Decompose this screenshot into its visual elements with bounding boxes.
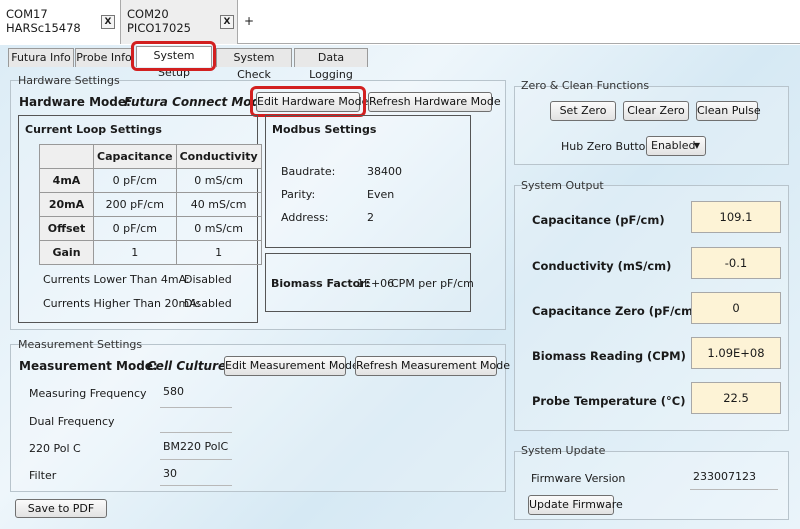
firmware-version-label: Firmware Version xyxy=(531,472,626,485)
zero-clean-label: Zero & Clean Functions xyxy=(521,79,650,92)
table-row: Offset 0 pF/cm 0 mS/cm xyxy=(39,216,262,241)
table-header: Conductivity xyxy=(175,144,262,169)
cell-conductivity: 1 xyxy=(175,240,262,265)
firmware-version-value: 233007123 xyxy=(693,470,756,483)
cell-capacitance: 0 pF/cm xyxy=(93,168,177,193)
modbus-title: Modbus Settings xyxy=(272,123,377,136)
system-update-label: System Update xyxy=(521,444,606,457)
add-tab-button[interactable]: + xyxy=(244,14,254,28)
com-tab-port: COM17 xyxy=(6,7,48,21)
probe-temperature-value: 22.5 xyxy=(691,382,781,414)
parity-label: Parity: xyxy=(281,188,316,201)
currents-lower-label: Currents Lower Than 4mA: xyxy=(43,273,190,286)
hardware-settings-label: Hardware Settings xyxy=(18,74,120,87)
close-tab-icon[interactable]: X xyxy=(101,15,115,29)
table-header: Capacitance xyxy=(93,144,177,169)
table-header xyxy=(39,144,94,169)
com-tab-device: HARSc15478 xyxy=(6,21,81,35)
biomass-factor-unit: CPM per pF/cm xyxy=(391,277,474,290)
currents-higher-label: Currents Higher Than 20mA: xyxy=(43,297,201,310)
cell-conductivity: 40 mS/cm xyxy=(175,192,262,217)
filter-value: 30 xyxy=(163,467,177,480)
cell-conductivity: 0 mS/cm xyxy=(175,168,262,193)
cell-capacitance: 1 xyxy=(93,240,177,265)
com-tab-port: COM20 xyxy=(127,7,169,21)
set-zero-button[interactable]: Set Zero xyxy=(550,101,616,121)
biomass-reading-label: Biomass Reading (CPM) xyxy=(532,349,686,363)
measuring-frequency-label: Measuring Frequency xyxy=(29,387,147,400)
row-label: Gain xyxy=(39,240,94,265)
cell-capacitance: 0 pF/cm xyxy=(93,216,177,241)
field-underline xyxy=(690,489,778,490)
hub-zero-label: Hub Zero Button xyxy=(561,140,653,153)
current-loop-table: Capacitance Conductivity 4mA 0 pF/cm 0 m… xyxy=(39,144,262,265)
currents-lower-value: Disabled xyxy=(184,273,232,286)
measurement-mode-label: Measurement Mode: xyxy=(19,359,158,373)
hub-zero-select[interactable]: Enabled ▼ xyxy=(646,136,706,156)
com-tab-bar: COM17 HARSc15478 X COM20 PICO17025 X + xyxy=(0,0,800,44)
hardware-mode-value: Futura Connect Mode xyxy=(124,95,269,109)
measurement-mode-value: Cell Culture xyxy=(147,359,227,373)
biomass-reading-value: 1.09E+08 xyxy=(691,337,781,369)
field-underline xyxy=(160,459,232,460)
biomass-factor-value: 1E+06 xyxy=(357,277,395,290)
table-row: 4mA 0 pF/cm 0 mS/cm xyxy=(39,168,262,193)
currents-higher-value: Disabled xyxy=(184,297,232,310)
pol-c-value: BM220 PolC xyxy=(163,440,229,453)
save-to-pdf-button[interactable]: Save to PDF xyxy=(15,499,107,518)
hardware-mode-label: Hardware Mode: xyxy=(19,95,131,109)
row-label: Offset xyxy=(39,216,94,241)
capacitance-zero-value: 0 xyxy=(691,292,781,324)
measurement-settings-label: Measurement Settings xyxy=(18,338,143,351)
measuring-frequency-value: 580 xyxy=(163,385,184,398)
table-row: Gain 1 1 xyxy=(39,240,262,265)
tab-data-logging[interactable]: Data Logging xyxy=(294,48,368,81)
address-value: 2 xyxy=(367,211,374,224)
field-underline xyxy=(160,485,232,486)
parity-value: Even xyxy=(367,188,395,201)
system-output-label: System Output xyxy=(521,179,604,192)
filter-label: Filter xyxy=(29,469,57,482)
biomass-factor-label: Biomass Factor: xyxy=(271,277,370,290)
table-row: Capacitance Conductivity xyxy=(39,144,262,169)
cell-conductivity: 0 mS/cm xyxy=(175,216,262,241)
system-setup-highlight xyxy=(131,41,216,71)
field-underline xyxy=(160,432,232,433)
tab-futura-info[interactable]: Futura Info xyxy=(8,48,74,67)
capacitance-value: 109.1 xyxy=(691,201,781,233)
current-loop-title: Current Loop Settings xyxy=(25,123,162,136)
update-firmware-button[interactable]: Update Firmware xyxy=(528,495,623,515)
edit-measurement-mode-button[interactable]: Edit Measurement Mode xyxy=(224,356,359,376)
close-tab-icon[interactable]: X xyxy=(220,15,234,29)
field-underline xyxy=(160,407,232,408)
com-tab-com17[interactable]: COM17 HARSc15478 X xyxy=(0,0,122,44)
table-row: 20mA 200 pF/cm 40 mS/cm xyxy=(39,192,262,217)
clean-pulse-button[interactable]: Clean Pulse xyxy=(696,101,761,121)
baudrate-value: 38400 xyxy=(367,165,402,178)
cell-capacitance: 200 pF/cm xyxy=(93,192,177,217)
conductivity-label: Conductivity (mS/cm) xyxy=(532,259,672,273)
capacitance-zero-label: Capacitance Zero (pF/cm) xyxy=(532,304,699,318)
dual-frequency-label: Dual Frequency xyxy=(29,415,115,428)
address-label: Address: xyxy=(281,211,329,224)
capacitance-label: Capacitance (pF/cm) xyxy=(532,213,665,227)
tab-system-check[interactable]: System Check xyxy=(216,48,292,81)
conductivity-value: -0.1 xyxy=(691,247,781,279)
com-tab-com20[interactable]: COM20 PICO17025 X xyxy=(120,0,238,44)
refresh-hardware-mode-button[interactable]: Refresh Hardware Mode xyxy=(368,92,501,112)
baudrate-label: Baudrate: xyxy=(281,165,336,178)
com-tab-device: PICO17025 xyxy=(127,21,191,35)
refresh-measurement-mode-button[interactable]: Refresh Measurement Mode xyxy=(355,356,510,376)
chevron-down-icon: ▼ xyxy=(693,141,700,150)
edit-hardware-highlight xyxy=(250,86,366,117)
clear-zero-button[interactable]: Clear Zero xyxy=(623,101,689,121)
row-label: 4mA xyxy=(39,168,94,193)
probe-temperature-label: Probe Temperature (°C) xyxy=(532,394,686,408)
pol-c-label: 220 Pol C xyxy=(29,442,81,455)
tab-probe-info[interactable]: Probe Info xyxy=(75,48,133,67)
hub-zero-value: Enabled xyxy=(651,139,696,152)
row-label: 20mA xyxy=(39,192,94,217)
